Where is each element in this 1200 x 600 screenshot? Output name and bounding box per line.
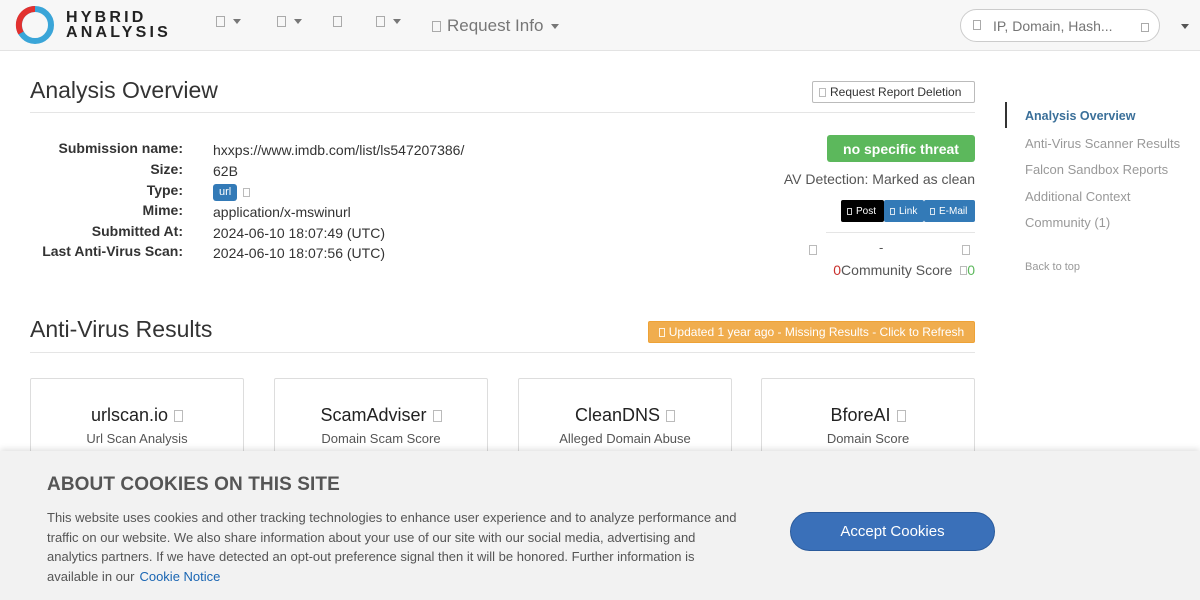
chevron-down-icon <box>393 19 401 24</box>
sidebar-item-analysis-overview[interactable]: Analysis Overview <box>1025 109 1135 123</box>
info-icon <box>432 410 442 422</box>
info-label: Size: <box>150 161 183 177</box>
share-email-label: E-Mail <box>939 205 968 217</box>
info-label: Type: <box>146 182 183 198</box>
community-downvotes: 0 <box>833 262 842 278</box>
info-value: application/x-mswinurl <box>213 204 351 220</box>
request-report-deletion-label: Request Report Deletion <box>830 85 962 99</box>
refresh-icon <box>658 327 665 337</box>
info-value: 62B <box>213 163 238 179</box>
av-card-description: Domain Score <box>826 431 910 446</box>
sidebar-item-community[interactable]: Community (1) <box>1025 215 1110 230</box>
threat-verdict-badge: no specific threat <box>827 135 975 162</box>
anti-virus-results-title: Anti-Virus Results <box>30 316 213 342</box>
request-report-deletion-button[interactable]: Request Report Deletion <box>812 81 975 103</box>
envelope-icon <box>930 207 935 215</box>
link-icon <box>890 207 895 215</box>
trash-icon <box>819 87 826 97</box>
sidebar-active-indicator <box>1005 102 1007 128</box>
av-card-description: Url Scan Analysis <box>86 431 188 446</box>
info-value: url <box>213 182 251 202</box>
search-icon <box>973 20 981 30</box>
sidebar-item-anti-virus-scanner-results[interactable]: Anti-Virus Scanner Results <box>1025 136 1180 151</box>
request-info-label: Request Info <box>447 16 544 35</box>
refresh-results-label: Updated 1 year ago - Missing Results - C… <box>668 325 965 339</box>
info-row-last-av-scan: Last Anti-Virus Scan: 2024-06-10 18:07:5… <box>30 243 385 263</box>
analysis-overview-title: Analysis Overview <box>30 77 218 103</box>
x-icon <box>847 207 852 215</box>
nav-globe-link[interactable] <box>333 16 342 27</box>
av-card-name: ScamAdviser <box>320 405 427 425</box>
divider <box>826 232 975 233</box>
community-upvotes: 0 <box>967 262 975 278</box>
chevron-down-icon <box>233 19 241 24</box>
info-icon <box>174 410 184 422</box>
cookie-banner-text: This website uses cookies and other trac… <box>47 508 747 586</box>
cookie-banner-title: ABOUT COOKIES ON THIS SITE <box>47 474 340 495</box>
logo-text-line2: ANALYSIS <box>66 24 172 41</box>
info-label: Submitted At: <box>91 223 183 239</box>
thumbs-up-icon[interactable] <box>962 245 970 255</box>
search-box <box>960 9 1160 42</box>
nav-request-info-menu[interactable]: Request Info <box>432 16 560 36</box>
cookie-notice-link[interactable]: Cookie Notice <box>139 569 220 584</box>
logo-text-line1: HYBRID <box>66 9 147 26</box>
share-email-button[interactable]: E-Mail <box>924 200 975 222</box>
thumbs-down-icon[interactable] <box>809 245 817 255</box>
share-link-label: Link <box>899 205 918 217</box>
info-row-mime: Mime: application/x-mswinurl <box>30 202 351 222</box>
upload-icon <box>216 16 225 27</box>
av-card-description: Domain Scam Score <box>321 431 441 446</box>
sidebar-item-additional-context[interactable]: Additional Context <box>1025 189 1131 204</box>
search-submit-icon[interactable] <box>1141 23 1149 32</box>
globe-icon <box>333 16 342 27</box>
info-value: hxxps://www.imdb.com/list/ls547207386/ <box>213 142 465 158</box>
community-score: 0Community Score 0 <box>760 262 975 278</box>
type-url-badge: url <box>213 183 238 201</box>
question-icon[interactable] <box>243 187 251 197</box>
community-score-label: Community Score <box>841 262 953 278</box>
sidebar-item-falcon-sandbox-reports[interactable]: Falcon Sandbox Reports <box>1025 162 1168 177</box>
chevron-down-icon <box>551 23 560 29</box>
av-card-name: CleanDNS <box>574 405 661 425</box>
refresh-results-button[interactable]: Updated 1 year ago - Missing Results - C… <box>648 321 975 343</box>
info-row-submitted-at: Submitted At: 2024-06-10 18:07:49 (UTC) <box>30 223 385 243</box>
divider <box>30 112 975 113</box>
accept-cookies-button[interactable]: Accept Cookies <box>790 512 995 551</box>
nav-reports-menu[interactable] <box>277 16 302 27</box>
share-post-label: Post <box>856 205 877 217</box>
top-navbar: HYBRID ANALYSIS Request Info <box>0 0 1200 51</box>
info-value: 2024-06-10 18:07:56 (UTC) <box>213 245 385 261</box>
av-card-name: urlscan.io <box>90 405 169 425</box>
back-to-top-link[interactable]: Back to top <box>1025 261 1080 273</box>
info-row-type: Type: url <box>30 182 251 202</box>
share-link-button[interactable]: Link <box>884 200 924 222</box>
file-icon <box>376 16 385 27</box>
av-card-description: Alleged Domain Abuse <box>559 431 691 446</box>
nav-upload-menu[interactable] <box>216 16 241 27</box>
av-card-name: BforeAI <box>830 405 891 425</box>
av-detection-text: AV Detection: Marked as clean <box>783 171 975 187</box>
cookie-banner: ABOUT COOKIES ON THIS SITE This website … <box>0 451 1200 600</box>
info-row-size: Size: 62B <box>30 161 238 181</box>
info-label: Last Anti-Virus Scan: <box>42 243 183 259</box>
info-icon <box>666 410 676 422</box>
info-icon <box>896 410 906 422</box>
divider <box>30 352 975 353</box>
info-value: 2024-06-10 18:07:49 (UTC) <box>213 225 385 241</box>
info-label: Mime: <box>142 202 183 218</box>
info-label: Submission name: <box>58 140 183 156</box>
vote-dash: - <box>879 240 884 255</box>
hybrid-analysis-logo[interactable]: HYBRID ANALYSIS <box>15 5 185 45</box>
nav-files-menu[interactable] <box>376 16 401 27</box>
user-menu-chevron-icon[interactable] <box>1181 24 1189 29</box>
info-row-submission-name: Submission name: hxxps://www.imdb.com/li… <box>30 140 465 160</box>
logo-ring-icon <box>15 5 54 44</box>
chevron-down-icon <box>294 19 302 24</box>
search-input[interactable] <box>993 16 1113 36</box>
share-post-button[interactable]: Post <box>841 200 884 222</box>
document-icon <box>277 16 286 27</box>
info-icon <box>432 20 441 32</box>
